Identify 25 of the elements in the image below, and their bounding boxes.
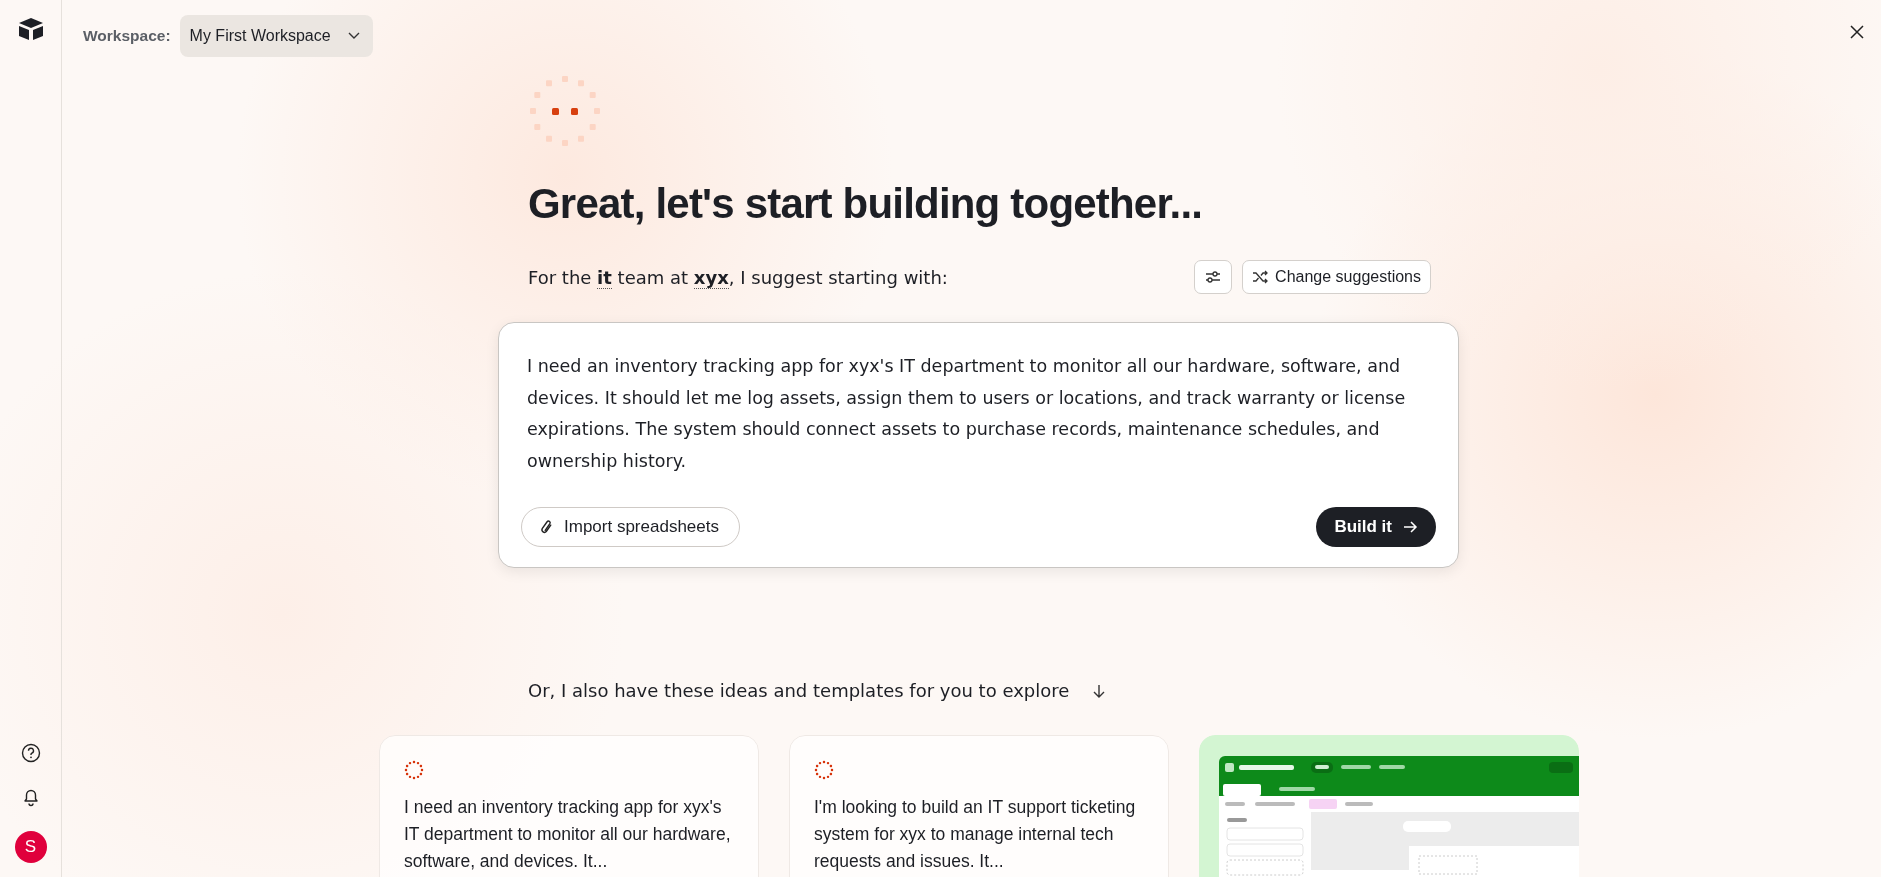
ideas-heading: Or, I also have these ideas and templates for you to explore — [528, 680, 1070, 701]
logo-icon — [16, 16, 45, 42]
intro-text: For the it team at xyx, I suggest starting with: — [528, 266, 948, 288]
arrow-right-icon — [1402, 519, 1418, 535]
idea-card[interactable]: I need an inventory tracking app for xyx's IT department to monitor all our hardware, software, and devices. It... — [379, 735, 759, 877]
idea-text: I need an inventory tracking app for xyx's IT department to monitor all our hardware, software, and devices. It... — [404, 796, 732, 873]
sliders-icon — [1204, 269, 1223, 285]
page-heading: Great, let's start building together... — [528, 180, 1204, 228]
close-icon[interactable] — [1849, 24, 1865, 40]
sparkle-icon — [814, 760, 834, 780]
change-suggestions-button[interactable]: Change suggestions — [1242, 260, 1431, 294]
prompt-text[interactable]: I need an inventory tracking app for xyx's IT department to monitor all our hardware, software, and devices. It should let me log assets, assign them to users or locations, and track warranty or license expirations. The system should connect assets to purchase records, maintenance schedules, and ownership history. — [527, 351, 1436, 477]
sparkle-icon — [404, 760, 424, 780]
idea-card[interactable]: I'm looking to build an IT support ticketing system for xyx to manage internal tech requests and issues. It... — [789, 735, 1169, 877]
workspace-dropdown[interactable]: My First Workspace — [179, 15, 373, 57]
settings-button[interactable] — [1194, 260, 1233, 294]
loading-icon — [529, 75, 601, 147]
help-icon[interactable] — [20, 743, 41, 763]
workspace-label: Workspace: — [83, 27, 171, 45]
build-button[interactable]: Build it — [1316, 507, 1436, 547]
idea-text: I'm looking to build an IT support ticketing system for xyx to manage internal tech requests and issues. It... — [814, 796, 1137, 873]
shuffle-icon — [1252, 269, 1270, 285]
import-spreadsheets-button[interactable]: Import spreadsheets — [521, 507, 740, 547]
user-avatar[interactable]: S — [14, 831, 47, 863]
paperclip-icon — [538, 519, 554, 535]
